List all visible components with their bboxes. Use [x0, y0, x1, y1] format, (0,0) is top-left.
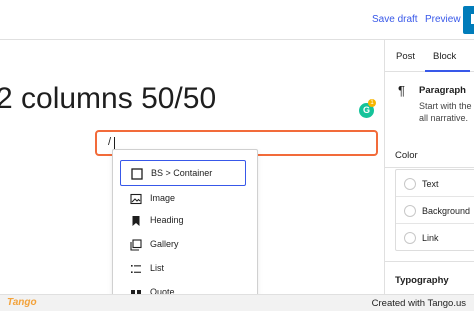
- color-item-label: Background: [422, 206, 471, 216]
- color-item-text[interactable]: Text: [396, 170, 474, 197]
- active-tab-indicator: [425, 70, 470, 72]
- inserter-item-list[interactable]: List: [120, 256, 246, 282]
- panel-divider: [385, 261, 474, 262]
- color-swatch: [404, 232, 416, 244]
- inserter-item-heading[interactable]: Heading: [120, 208, 246, 234]
- slash-command-text: /: [108, 136, 112, 148]
- tango-footer: Tango Created with Tango.us: [0, 294, 474, 311]
- publish-button[interactable]: [463, 6, 474, 34]
- gallery-icon: [130, 239, 142, 251]
- grammarly-count-badge: 1: [368, 99, 376, 107]
- color-swatch: [404, 205, 416, 217]
- settings-sidebar: Post Block ¶ Paragraph Start with the b …: [384, 40, 474, 294]
- tab-block[interactable]: Block: [433, 51, 456, 62]
- paragraph-icon: ¶: [398, 83, 405, 98]
- color-item-link[interactable]: Link: [396, 224, 474, 251]
- color-item-label: Link: [422, 233, 439, 243]
- post-title[interactable]: 2 columns 50/50: [0, 82, 216, 116]
- square-icon: [131, 168, 143, 180]
- list-icon: [131, 265, 141, 273]
- save-draft-button[interactable]: Save draft: [372, 14, 418, 25]
- block-name: Paragraph: [419, 85, 466, 96]
- inserter-item-label: BS > Container: [151, 168, 213, 178]
- top-toolbar: Save draft Preview: [0, 0, 474, 40]
- bookmark-icon: [132, 216, 140, 226]
- preview-button[interactable]: Preview: [425, 14, 461, 25]
- color-item-label: Text: [422, 179, 439, 189]
- sidebar-tabs: Post Block: [385, 40, 474, 72]
- inserter-item-label: Heading: [150, 215, 184, 225]
- image-icon: [130, 193, 142, 205]
- block-description: Start with the b: [419, 101, 474, 111]
- inserter-item-label: Image: [150, 193, 176, 203]
- color-panel-title[interactable]: Color: [395, 150, 418, 161]
- inserter-item-gallery[interactable]: Gallery: [120, 232, 246, 258]
- block-description-continued: all narrative.: [419, 113, 469, 123]
- color-settings-group: Text Background Link: [395, 169, 474, 251]
- color-item-background[interactable]: Background: [396, 197, 474, 224]
- inserter-item-label: Gallery: [150, 239, 179, 249]
- color-swatch: [404, 178, 416, 190]
- tab-post[interactable]: Post: [396, 51, 415, 62]
- typography-panel-title[interactable]: Typography: [395, 275, 449, 286]
- inserter-item-label: List: [150, 263, 165, 273]
- tango-logo: Tango: [7, 297, 37, 308]
- inserter-item-bs-container[interactable]: BS > Container: [120, 160, 246, 186]
- created-with-text: Created with Tango.us: [371, 298, 466, 309]
- block-inserter-popover: BS > Container Image Heading Gallery Lis…: [112, 149, 258, 309]
